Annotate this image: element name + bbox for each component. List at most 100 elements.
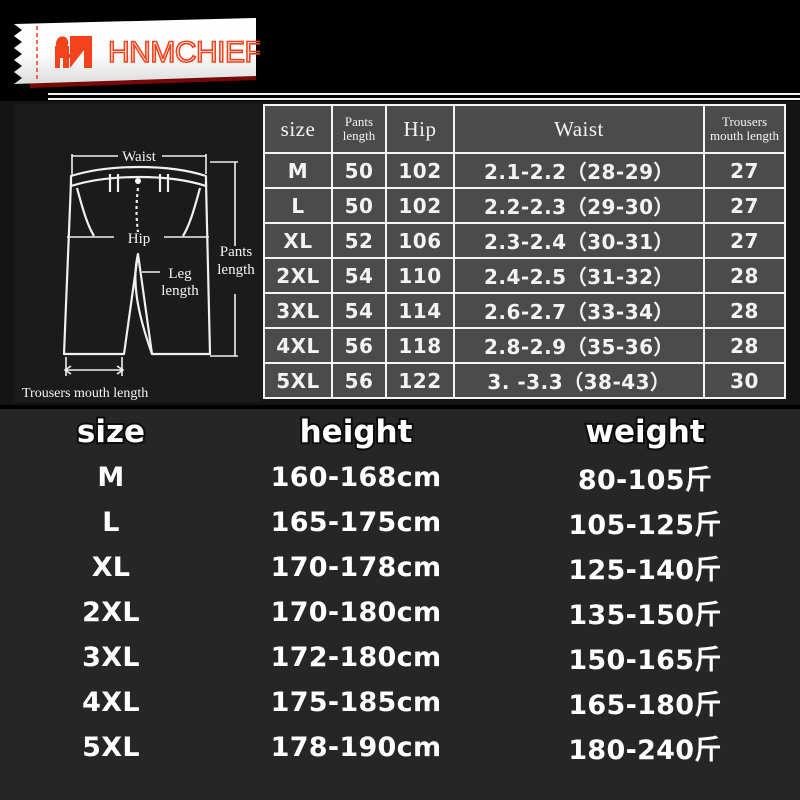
table-row: M 50 102 2.1-2.2（28-29） 27: [265, 154, 784, 187]
list-item: 3XL 172-180cm 150-165斤: [0, 635, 800, 680]
table-row: XL 52 106 2.3-2.4（30-31） 27: [265, 224, 784, 257]
size-guide-table: size height weight M 160-168cm 80-105斤 L 165…: [0, 409, 800, 770]
diagram-label-pants-length-line1: Pants: [220, 244, 253, 260]
diagram-label-leg-length-line2: length: [161, 283, 199, 299]
spec-cell-hip: 106: [387, 224, 453, 257]
size-guide-cell-size: 5XL: [82, 732, 140, 763]
brand-wordmark: HNMCHIEF: [108, 36, 260, 69]
spec-cell-hip: 122: [387, 364, 453, 397]
size-guide-cell-height: 165-175cm: [270, 507, 442, 538]
size-guide-cell-size: M: [97, 462, 125, 493]
spec-cell-size: 2XL: [265, 259, 331, 292]
pants-diagram-panel: Waist Hip Leg length Pants length Trouse…: [14, 104, 262, 402]
spec-cell-hip: 110: [387, 259, 453, 292]
spec-table-header-row: size Pants length Hip Waist Trousers mou…: [265, 106, 784, 152]
spec-header-pants-length: Pants length: [333, 106, 385, 152]
spec-cell-size: M: [265, 154, 331, 187]
table-row: 2XL 54 110 2.4-2.5（31-32） 28: [265, 259, 784, 292]
list-item: L 165-175cm 105-125斤: [0, 500, 800, 545]
size-guide-cell-weight: 80-105斤: [577, 465, 713, 496]
spec-cell-mouth: 27: [705, 224, 784, 257]
list-item: 2XL 170-180cm 135-150斤: [0, 590, 800, 635]
spec-cell-pants-length: 56: [333, 364, 385, 397]
spec-cell-size: L: [265, 189, 331, 222]
spec-cell-size: 4XL: [265, 329, 331, 362]
spec-header-size: size: [265, 106, 331, 152]
list-item: XL 170-178cm 125-140斤: [0, 545, 800, 590]
spec-cell-size: XL: [265, 224, 331, 257]
spec-cell-mouth: 28: [705, 329, 784, 362]
spec-cell-waist: 2.8-2.9（35-36）: [455, 329, 703, 362]
diagram-label-hip: Hip: [128, 231, 151, 247]
spec-cell-mouth: 28: [705, 294, 784, 327]
spec-header-pants-length-line2: length: [342, 128, 376, 143]
diagram-label-leg-length-line1: Leg: [168, 266, 192, 282]
list-item: M 160-168cm 80-105斤: [0, 455, 800, 500]
size-guide-cell-weight: 135-150斤: [568, 600, 722, 631]
spec-cell-hip: 102: [387, 154, 453, 187]
spec-cell-mouth: 30: [705, 364, 784, 397]
size-guide-header-height: height: [298, 412, 415, 452]
spec-cell-pants-length: 50: [333, 189, 385, 222]
brand-ribbon-tag: HNMCHIEF: [8, 14, 260, 88]
spec-cell-hip: 114: [387, 294, 453, 327]
size-guide-cell-weight: 180-240斤: [568, 735, 722, 766]
size-guide-cell-weight: 150-165斤: [568, 645, 722, 676]
size-guide-header-size: size: [75, 412, 147, 452]
size-guide-cell-size: XL: [91, 552, 131, 583]
size-guide-cell-weight: 165-180斤: [568, 690, 722, 721]
spec-cell-hip: 118: [387, 329, 453, 362]
spec-cell-pants-length: 54: [333, 294, 385, 327]
spec-cell-pants-length: 52: [333, 224, 385, 257]
diagram-label-waist: Waist: [122, 149, 157, 165]
size-guide-cell-size: L: [102, 507, 120, 538]
divider-line-top: [48, 93, 800, 95]
diagram-label-trousers-mouth-length: Trousers mouth length: [22, 386, 148, 401]
spec-cell-size: 5XL: [265, 364, 331, 397]
spec-cell-waist: 3. -3.3（38-43）: [455, 364, 703, 397]
size-guide-section: size height weight M 160-168cm 80-105斤 L 165…: [0, 409, 800, 800]
spec-cell-pants-length: 50: [333, 154, 385, 187]
spec-cell-mouth: 28: [705, 259, 784, 292]
size-guide-cell-weight: 105-125斤: [568, 510, 722, 541]
spec-header-pants-length-line1: Pants: [344, 114, 374, 130]
size-guide-cell-size: 2XL: [82, 597, 140, 628]
spec-cell-mouth: 27: [705, 189, 784, 222]
spec-cell-pants-length: 56: [333, 329, 385, 362]
spec-cell-mouth: 27: [705, 154, 784, 187]
spec-cell-size: 3XL: [265, 294, 331, 327]
spec-header-trousers-mouth: Trousers mouth length: [705, 106, 784, 152]
spec-header-waist: Waist: [455, 106, 703, 152]
size-guide-cell-height: 172-180cm: [270, 642, 442, 673]
spec-header-mouth-line1: Trousers: [721, 114, 768, 130]
divider-line-bottom: [48, 98, 800, 100]
brand-logo-band: HNMCHIEF: [0, 0, 800, 95]
size-guide-cell-height: 170-178cm: [270, 552, 442, 583]
spec-cell-waist: 2.3-2.4（30-31）: [455, 224, 703, 257]
spec-cell-waist: 2.4-2.5（31-32）: [455, 259, 703, 292]
size-guide-cell-size: 4XL: [82, 687, 140, 718]
pants-diagram-icon: Waist Hip Leg length Pants length Trouse…: [22, 149, 255, 401]
size-guide-cell-size: 3XL: [82, 642, 140, 673]
spec-cell-pants-length: 54: [333, 259, 385, 292]
size-guide-header-row: size height weight: [0, 409, 800, 455]
size-guide-cell-height: 170-180cm: [270, 597, 442, 628]
spec-cell-waist: 2.2-2.3（29-30）: [455, 189, 703, 222]
spec-table: size Pants length Hip Waist Trousers mou…: [263, 104, 786, 399]
size-guide-cell-height: 175-185cm: [270, 687, 442, 718]
size-guide-cell-height: 160-168cm: [270, 462, 442, 493]
spec-header-mouth-line2: mouth length: [710, 128, 779, 143]
spec-cell-hip: 102: [387, 189, 453, 222]
table-row: 3XL 54 114 2.6-2.7（33-34） 28: [265, 294, 784, 327]
spec-cell-waist: 2.1-2.2（28-29）: [455, 154, 703, 187]
list-item: 5XL 178-190cm 180-240斤: [0, 725, 800, 770]
table-row: 4XL 56 118 2.8-2.9（35-36） 28: [265, 329, 784, 362]
table-row: 5XL 56 122 3. -3.3（38-43） 30: [265, 364, 784, 397]
list-item: 4XL 175-185cm 165-180斤: [0, 680, 800, 725]
size-guide-cell-weight: 125-140斤: [568, 555, 722, 586]
size-guide-cell-height: 178-190cm: [270, 732, 442, 763]
spec-header-hip: Hip: [387, 106, 453, 152]
spec-cell-waist: 2.6-2.7（33-34）: [455, 294, 703, 327]
size-chart-page: HNMCHIEF Waist Hip Leg length Pants leng…: [0, 0, 800, 800]
diagram-label-pants-length-line2: length: [217, 262, 255, 278]
